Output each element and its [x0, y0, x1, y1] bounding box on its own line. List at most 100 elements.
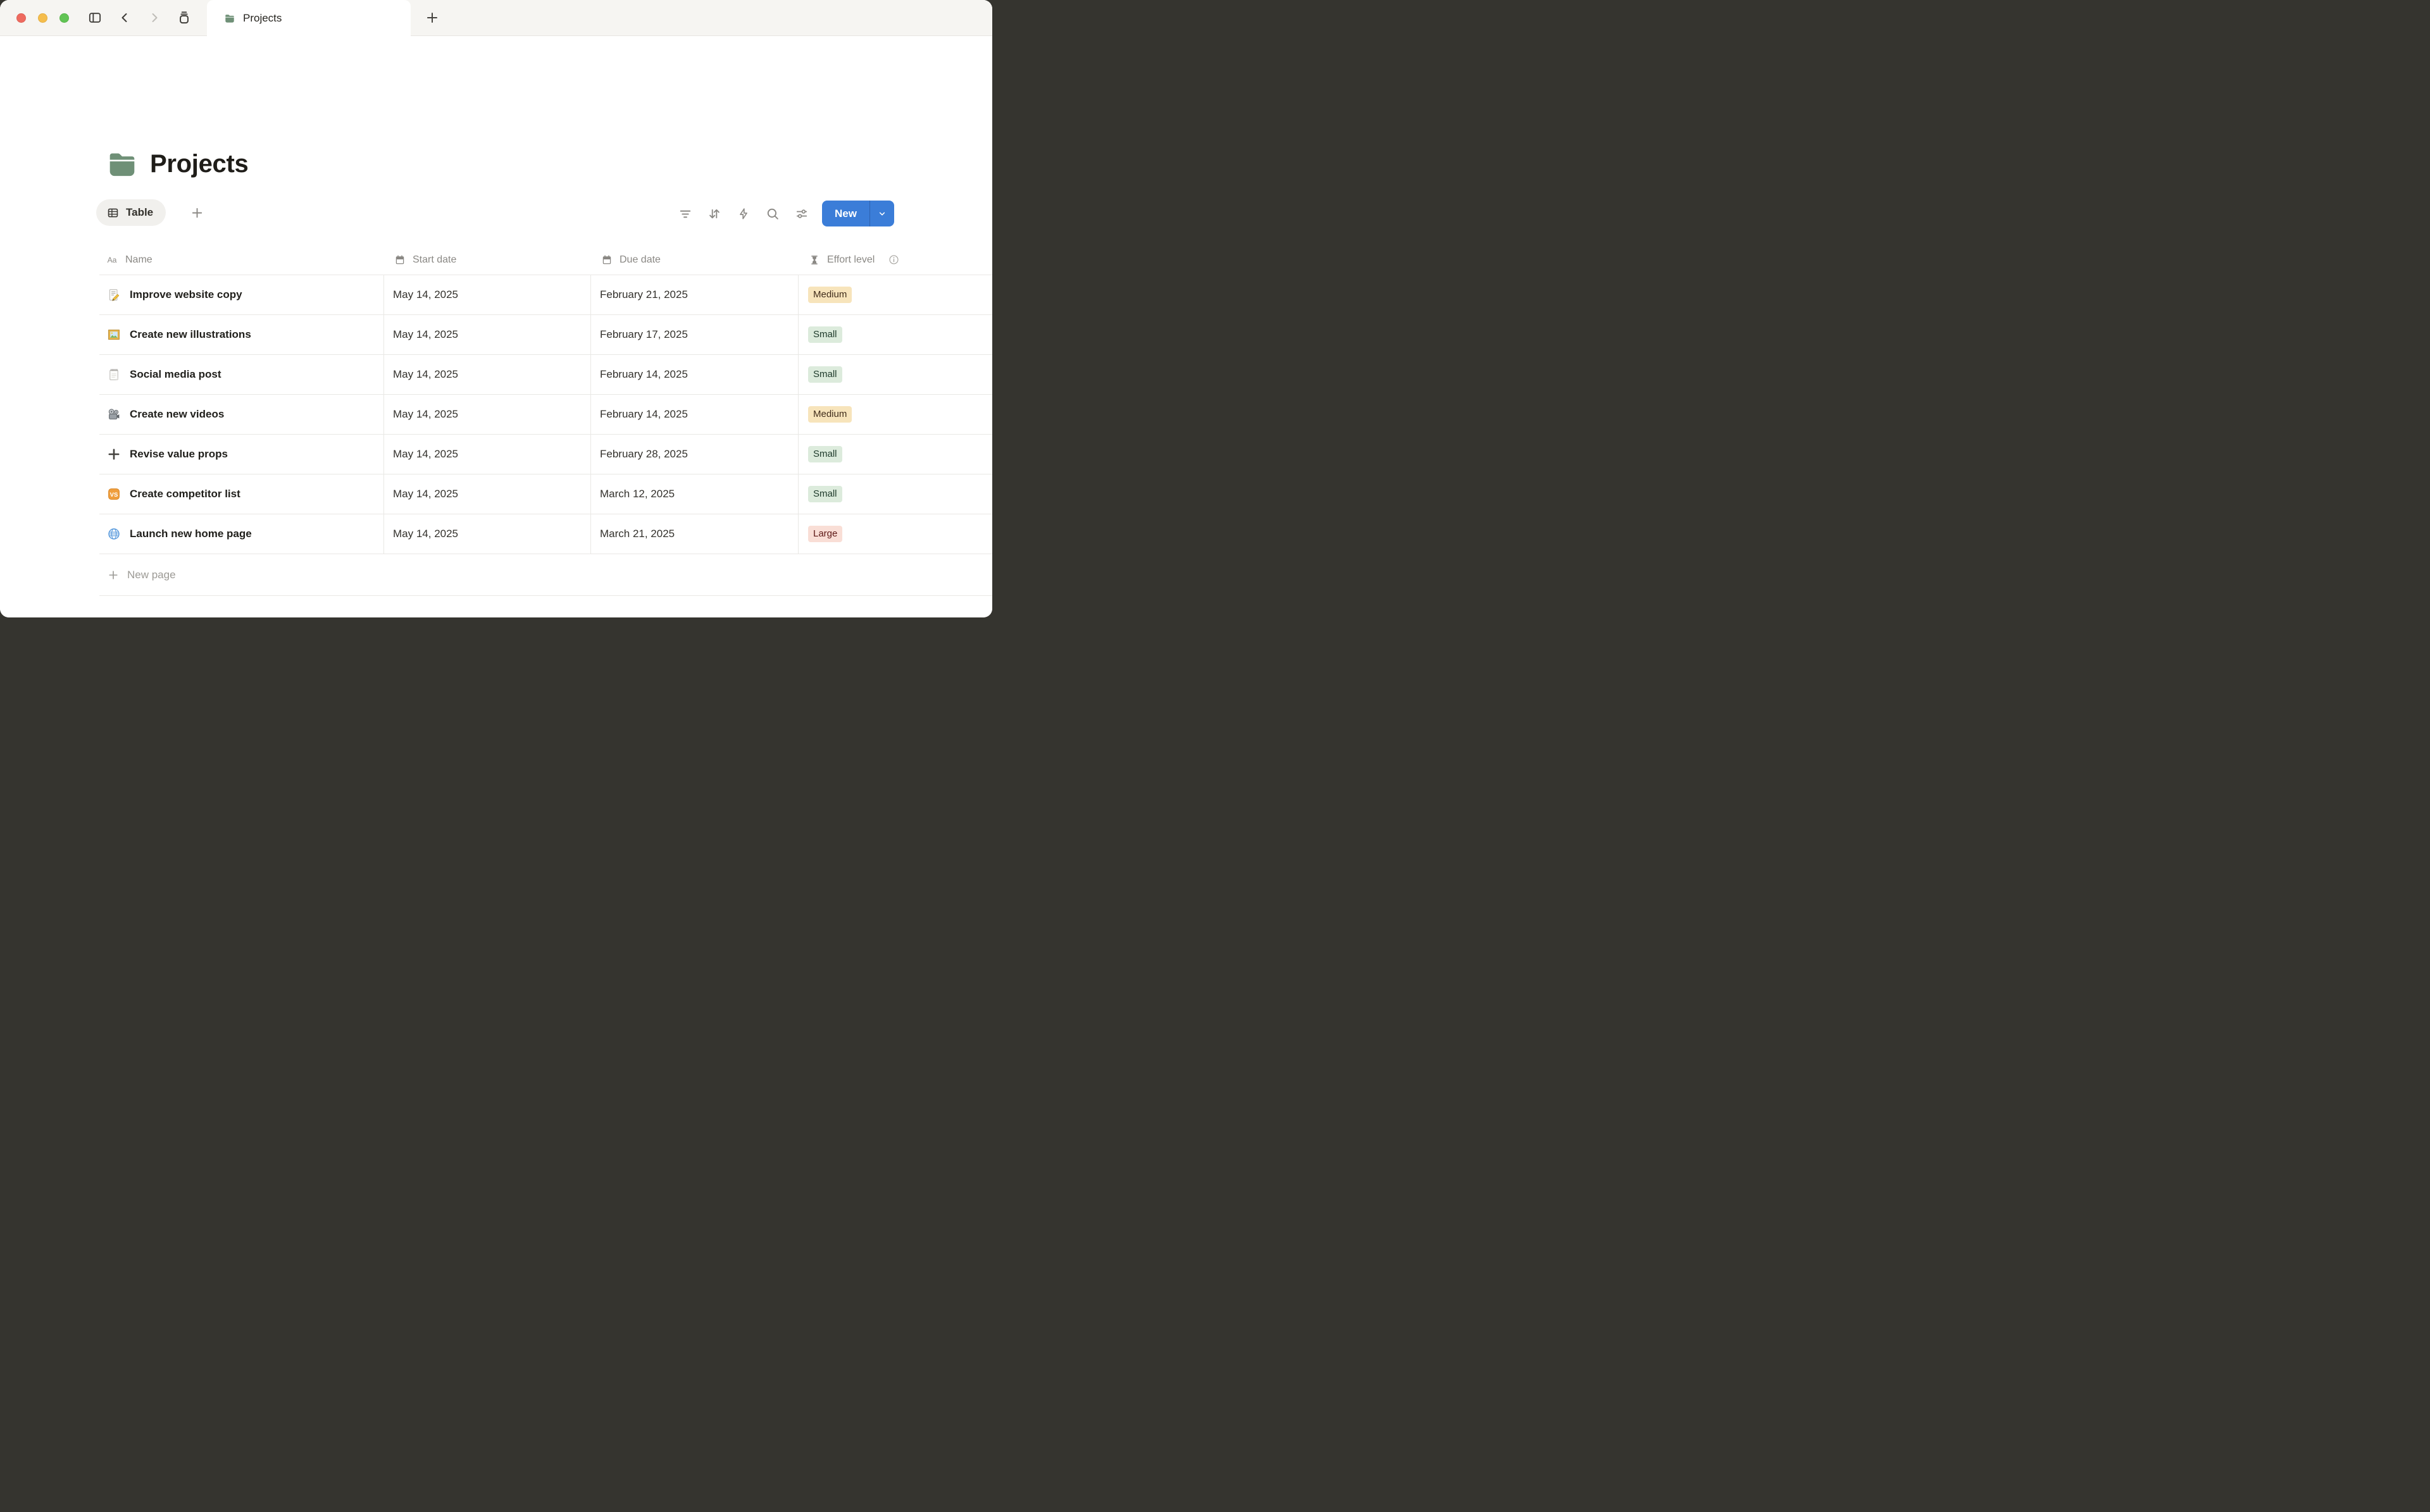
- forward-button[interactable]: [147, 11, 161, 25]
- effort-badge: Small: [808, 446, 842, 463]
- cell-due-date[interactable]: February 14, 2025: [591, 355, 799, 394]
- movie-camera-icon: [108, 408, 120, 421]
- calendar-icon: [395, 255, 405, 265]
- column-label: Effort level: [827, 254, 875, 266]
- new-button-label[interactable]: New: [822, 208, 869, 220]
- picture-icon: [108, 328, 120, 341]
- cell-due-date[interactable]: February 28, 2025: [591, 435, 799, 474]
- traffic-lights: [16, 13, 69, 23]
- cell-effort-level[interactable]: Medium: [799, 395, 992, 434]
- cell-name[interactable]: Launch new home page: [99, 514, 384, 554]
- table-body: Improve website copy May 14, 2025 Februa…: [99, 275, 992, 554]
- cell-start-date[interactable]: May 14, 2025: [384, 275, 591, 314]
- cell-effort-level[interactable]: Small: [799, 435, 992, 474]
- new-button[interactable]: New: [822, 201, 894, 226]
- memo-icon: [108, 288, 120, 301]
- sidebar-toggle-button[interactable]: [88, 11, 102, 25]
- cell-effort-level[interactable]: Small: [799, 355, 992, 394]
- cell-due-date[interactable]: February 14, 2025: [591, 395, 799, 434]
- close-button[interactable]: [16, 13, 26, 23]
- desktop-background: Projects Projects Table New: [0, 0, 992, 617]
- zoom-button[interactable]: [59, 13, 69, 23]
- new-page-button[interactable]: New page: [99, 554, 992, 596]
- plus-icon: [425, 11, 439, 25]
- cell-start-date[interactable]: May 14, 2025: [384, 474, 591, 514]
- globe-icon: [108, 528, 120, 540]
- cell-due-date[interactable]: February 17, 2025: [591, 315, 799, 354]
- new-button-dropdown[interactable]: [870, 209, 894, 218]
- table-row[interactable]: VS Create competitor list May 14, 2025 M…: [99, 474, 992, 514]
- filter-icon: [678, 207, 692, 221]
- cell-name[interactable]: VS Create competitor list: [99, 474, 384, 514]
- automations-button[interactable]: [737, 207, 751, 221]
- plus-icon: [190, 206, 204, 220]
- cell-name[interactable]: Create new videos: [99, 395, 384, 434]
- table-row[interactable]: Improve website copy May 14, 2025 Februa…: [99, 275, 992, 315]
- tab-label: Projects: [243, 12, 282, 25]
- sliders-icon: [795, 207, 809, 221]
- column-header-start-date[interactable]: Start date: [384, 254, 591, 266]
- effort-badge: Medium: [808, 287, 852, 304]
- view-settings-button[interactable]: [795, 207, 809, 221]
- app-window: Projects Projects Table New: [0, 0, 992, 617]
- table-row[interactable]: Create new illustrations May 14, 2025 Fe…: [99, 315, 992, 355]
- svg-text:Aa: Aa: [108, 256, 117, 264]
- forward-icon: [147, 11, 161, 25]
- back-icon: [118, 11, 132, 25]
- search-icon: [766, 207, 780, 221]
- cell-due-date[interactable]: March 12, 2025: [591, 474, 799, 514]
- cell-effort-level[interactable]: Small: [799, 474, 992, 514]
- effort-badge: Large: [808, 526, 842, 543]
- table-row[interactable]: Launch new home page May 14, 2025 March …: [99, 514, 992, 554]
- lightning-icon: [737, 207, 751, 221]
- cell-start-date[interactable]: May 14, 2025: [384, 514, 591, 554]
- cell-effort-level[interactable]: Medium: [799, 275, 992, 314]
- history-icon: [177, 11, 191, 25]
- sort-button[interactable]: [707, 207, 721, 221]
- cell-name[interactable]: Social media post: [99, 355, 384, 394]
- plus-icon: [108, 569, 119, 581]
- hourglass-icon: [809, 255, 819, 265]
- effort-badge: Medium: [808, 406, 852, 423]
- folder-icon[interactable]: [108, 149, 137, 178]
- minimize-button[interactable]: [38, 13, 47, 23]
- chevron-down-icon: [878, 209, 887, 218]
- calendar-icon: [602, 255, 612, 265]
- table-row[interactable]: Create new videos May 14, 2025 February …: [99, 395, 992, 435]
- cell-due-date[interactable]: February 21, 2025: [591, 275, 799, 314]
- table-row[interactable]: Social media post May 14, 2025 February …: [99, 355, 992, 395]
- view-tab-table[interactable]: Table: [96, 199, 166, 226]
- page-content: Projects Table New Aa Name: [0, 36, 992, 617]
- cell-effort-level[interactable]: Small: [799, 315, 992, 354]
- column-header-name[interactable]: Aa Name: [99, 254, 384, 266]
- cell-start-date[interactable]: May 14, 2025: [384, 435, 591, 474]
- cell-due-date[interactable]: March 21, 2025: [591, 514, 799, 554]
- info-icon[interactable]: [888, 254, 899, 265]
- cell-name[interactable]: Create new illustrations: [99, 315, 384, 354]
- cell-start-date[interactable]: May 14, 2025: [384, 315, 591, 354]
- view-tab-label: Table: [126, 206, 153, 219]
- folder-icon: [225, 13, 235, 23]
- cell-start-date[interactable]: May 14, 2025: [384, 355, 591, 394]
- cell-name[interactable]: Revise value props: [99, 435, 384, 474]
- search-button[interactable]: [766, 207, 780, 221]
- history-button[interactable]: [177, 11, 191, 25]
- toolbar-nav: [88, 11, 191, 25]
- page-title[interactable]: Projects: [150, 150, 248, 178]
- back-button[interactable]: [118, 11, 132, 25]
- tab-projects[interactable]: Projects: [207, 0, 411, 37]
- filter-button[interactable]: [678, 207, 692, 221]
- add-view-button[interactable]: [190, 206, 204, 220]
- table-header-row: Aa Name Start date Due date Effort level: [99, 245, 992, 275]
- new-tab-button[interactable]: [425, 11, 439, 25]
- column-label: Name: [125, 254, 153, 266]
- sort-icon: [707, 207, 721, 221]
- text-icon: Aa: [106, 254, 118, 266]
- table-row[interactable]: Revise value props May 14, 2025 February…: [99, 435, 992, 474]
- cell-start-date[interactable]: May 14, 2025: [384, 395, 591, 434]
- new-page-label: New page: [127, 569, 176, 581]
- cell-name[interactable]: Improve website copy: [99, 275, 384, 314]
- column-header-due-date[interactable]: Due date: [591, 254, 799, 266]
- cell-effort-level[interactable]: Large: [799, 514, 992, 554]
- column-header-effort-level[interactable]: Effort level: [799, 254, 992, 266]
